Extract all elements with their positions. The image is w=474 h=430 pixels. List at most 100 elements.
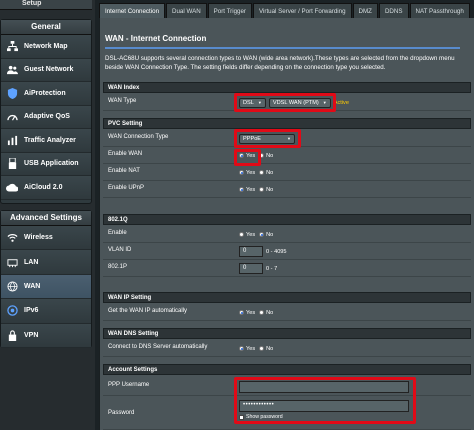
title-divider [105,47,460,49]
lan-icon [6,256,18,268]
radio-selected-icon [259,232,265,237]
tab-port-trigger[interactable]: Port Trigger [207,3,252,18]
tab-nat-passthrough[interactable]: NAT Passthrough [409,3,470,18]
wan-ip-auto-label: Get the WAN IP automatically [108,308,188,314]
setup-button[interactable]: Setup [0,0,92,10]
password-label: Password [108,410,135,416]
sidebar-item-guest-network[interactable]: Guest Network [1,58,91,82]
tab-dual-wan[interactable]: Dual WAN [166,3,207,18]
8021p-label: 802.1P [108,264,128,270]
row-8021p: 802.1P 0 0 - 7 [103,260,471,277]
8021p-controls: 0 0 - 7 [239,261,277,276]
ppp-username-label: PPP Username [108,382,150,388]
vlan-id-controls: 0 0 - 4095 [239,244,287,259]
8021p-hint: 0 - 7 [266,265,278,272]
wan-type-label: WAN Type [108,98,137,104]
section-pvc: PVC Setting [103,118,471,129]
sidebar-item-label: IPv6 [24,307,39,315]
radio-label: No [266,309,274,316]
radio-icon [259,310,265,315]
row-enable-upnp: Enable UPnP Yes No [103,181,471,198]
dns-auto-no-radio[interactable]: No [259,346,273,352]
dns-auto-label: Connect to DNS Server automatically [108,344,208,350]
sidebar-item-aicloud[interactable]: AiCloud 2.0 [1,176,91,200]
enable-nat-controls: Yes No [239,165,277,180]
sidebar-item-label: Guest Network [24,66,74,74]
radio-label: Yes [246,186,256,193]
enable-upnp-controls: Yes No [239,182,277,197]
wan-ip-auto-yes-radio[interactable]: Yes [239,310,255,316]
enable-upnp-no-radio[interactable]: No [259,187,273,193]
sidebar-item-wireless[interactable]: Wireless [1,226,91,251]
section-wan-index: WAN Index [103,82,471,93]
enable-upnp-yes-radio[interactable]: Yes [239,187,255,193]
aicloud-icon [6,181,18,193]
page-title: WAN - Internet Connection [105,34,207,43]
radio-selected-icon [239,346,244,351]
highlight-account-fields [234,377,416,424]
sidebar-item-aiprotection[interactable]: AiProtection [1,82,91,106]
row-dns-auto: Connect to DNS Server automatically Yes … [103,340,471,357]
page-description: DSL-AC68U supports several connection ty… [105,55,455,71]
enable-nat-yes-radio[interactable]: Yes [239,170,255,176]
wan-ip-auto-controls: Yes No [239,305,277,320]
wan-icon [6,280,18,292]
row-enable-nat: Enable NAT Yes No [103,164,471,181]
row-vlan-id: VLAN ID 0 0 - 4095 [103,243,471,260]
radio-label: Yes [246,345,256,352]
advanced-panel: Advanced Settings Wireless LAN WAN IPv6 … [0,210,92,348]
sidebar-item-traffic-analyzer[interactable]: Traffic Analyzer [1,129,91,153]
radio-label: No [266,169,274,176]
enable-8021q-no-radio[interactable]: No [259,232,273,238]
enable-nat-no-radio[interactable]: No [259,170,273,176]
enable-8021q-label: Enable [108,230,127,236]
usb-application-icon [6,158,18,170]
sidebar-item-adaptive-qos[interactable]: Adaptive QoS [1,105,91,129]
sidebar-item-wan[interactable]: WAN [1,274,91,300]
8021p-input[interactable]: 0 [239,263,263,274]
vlan-id-input[interactable]: 0 [239,246,263,257]
sidebar-item-vpn[interactable]: VPN [1,323,91,348]
row-enable-8021q: Enable Yes No [103,226,471,243]
network-map-icon [6,40,18,52]
enable-wan-no-radio[interactable]: No [259,153,273,159]
tab-virtual-server[interactable]: Virtual Server / Port Forwarding [253,3,352,18]
radio-selected-icon [239,310,244,315]
sidebar-item-lan[interactable]: LAN [1,250,91,275]
radio-label: Yes [246,169,256,176]
enable-wan-label: Enable WAN [108,151,143,157]
sidebar: Setup General Network Map Guest Network … [0,0,95,430]
wan-ip-auto-no-radio[interactable]: No [259,310,273,316]
radio-selected-icon [239,170,244,175]
radio-icon [239,232,244,237]
main-content: WAN - Internet Connection DSL-AC68U supp… [99,18,474,430]
section-account: Account Settings [103,364,471,375]
enable-8021q-yes-radio[interactable]: Yes [239,232,255,238]
radio-icon [259,187,265,192]
tab-internet-connection[interactable]: Internet Connection [99,3,166,18]
highlight-connection-type [234,129,301,148]
dns-auto-yes-radio[interactable]: Yes [239,346,255,352]
section-8021q: 802.1Q [103,214,471,225]
enable-8021q-controls: Yes No [239,227,277,242]
sidebar-item-label: AiCloud 2.0 [24,183,63,191]
radio-icon [259,346,265,351]
advanced-title: Advanced Settings [1,211,91,226]
sidebar-item-label: USB Application [24,160,79,168]
wan-status: Active [333,99,349,106]
radio-icon [259,170,265,175]
adaptive-qos-icon [6,111,18,123]
radio-label: No [266,152,274,159]
sidebar-item-ipv6[interactable]: IPv6 [1,299,91,324]
tab-dmz[interactable]: DMZ [352,3,378,18]
vlan-id-hint: 0 - 4095 [266,248,287,255]
sidebar-item-network-map[interactable]: Network Map [1,35,91,59]
highlight-wan-type [234,93,336,112]
tab-ddns[interactable]: DDNS [378,3,409,18]
radio-label: No [266,186,274,193]
row-enable-wan: Enable WAN Yes No [103,147,471,164]
aiprotection-icon [6,87,18,99]
sidebar-item-label: LAN [24,258,39,266]
sidebar-item-label: Wireless [24,234,53,242]
sidebar-item-usb-application[interactable]: USB Application [1,152,91,176]
